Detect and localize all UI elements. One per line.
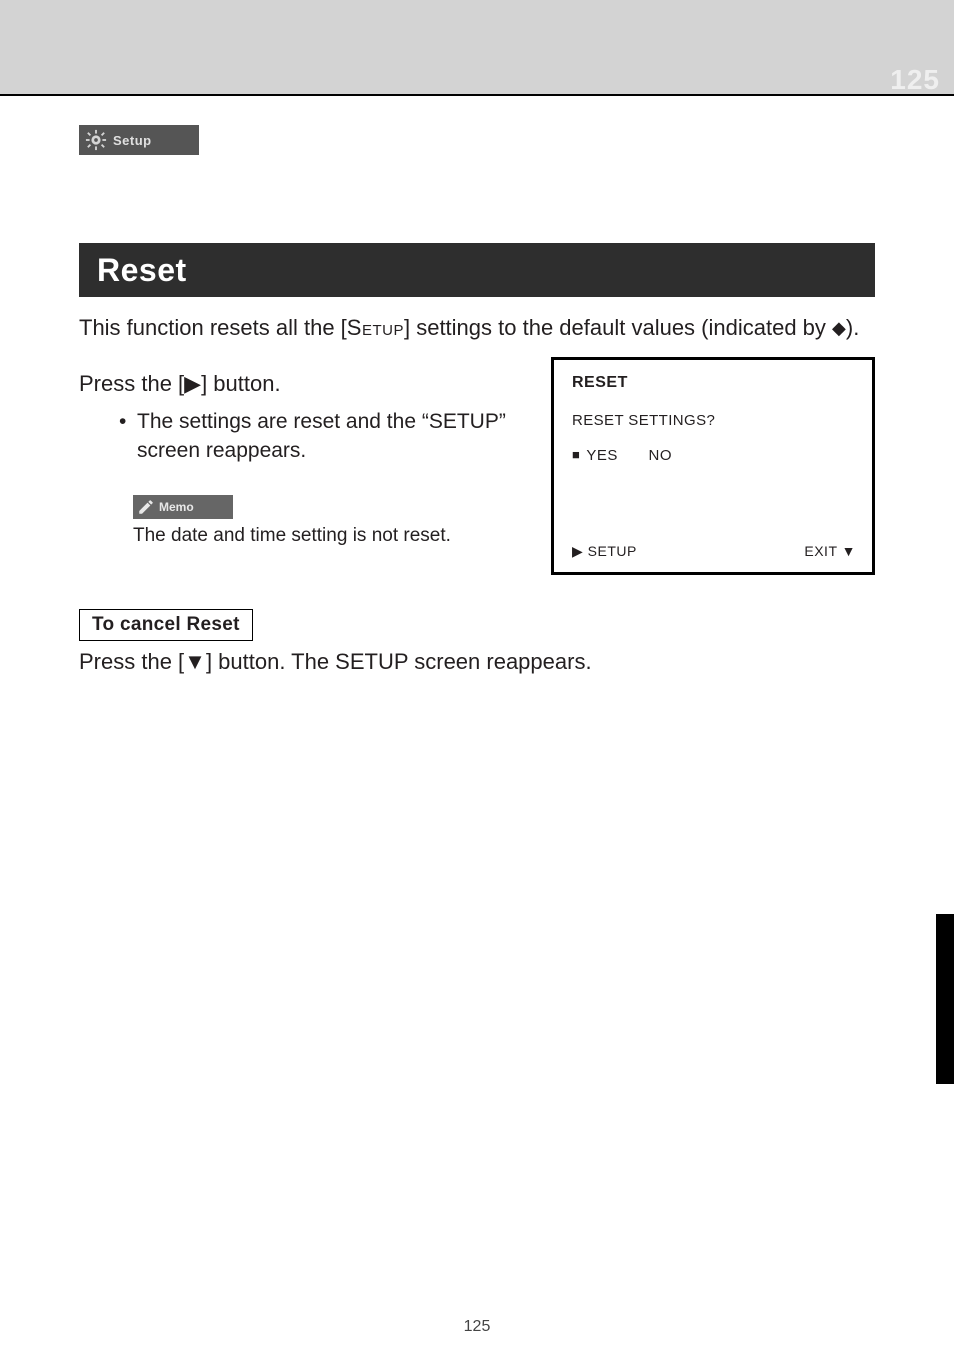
gear-icon bbox=[85, 129, 107, 151]
page-number-ghost: 125 bbox=[890, 64, 940, 96]
down-arrow-glyph: ▼ bbox=[184, 649, 206, 674]
memo-label: Memo bbox=[159, 500, 194, 514]
cancel-box: To cancel Reset bbox=[79, 609, 253, 641]
memo-bar: Memo bbox=[133, 495, 233, 519]
cancel-prefix: Press the [ bbox=[79, 649, 184, 674]
content-area: Setup Reset This function resets all the… bbox=[79, 125, 878, 675]
reset-screen-mock: RESET RESET SETTINGS? YES NO ▶ SETUP EXI… bbox=[551, 357, 875, 575]
setup-pill-label: Setup bbox=[113, 133, 152, 148]
section-title-bar: Reset bbox=[79, 243, 875, 297]
intro-suffix: ] settings to the default values (indica… bbox=[404, 315, 832, 340]
memo-text: The date and time setting is not reset. bbox=[133, 525, 529, 547]
screen-prompt: RESET SETTINGS? bbox=[572, 412, 856, 429]
footer-page-number: 125 bbox=[0, 1318, 954, 1336]
option-yes[interactable]: YES bbox=[572, 447, 618, 464]
intro-setup-word: Setup bbox=[347, 315, 404, 340]
step-heading: Press the [▶] button. bbox=[79, 369, 529, 399]
side-thumb-tab bbox=[936, 914, 954, 1084]
cancel-suffix: ] button. The SETUP screen reappears. bbox=[206, 649, 592, 674]
bullet-item: The settings are reset and the “SETUP” s… bbox=[137, 408, 529, 465]
intro-end: ). bbox=[846, 315, 859, 340]
header-strip bbox=[0, 0, 954, 94]
option-no[interactable]: NO bbox=[649, 447, 673, 464]
setup-pill: Setup bbox=[79, 125, 199, 155]
screen-title: RESET bbox=[572, 374, 856, 392]
intro-text: This function resets all the [Setup] set… bbox=[79, 313, 875, 343]
hint-left-label: SETUP bbox=[588, 543, 637, 559]
hint-right: EXIT ▼ bbox=[804, 543, 856, 560]
right-arrow-icon: ▶ bbox=[572, 543, 583, 559]
diamond-icon: ◆ bbox=[832, 318, 846, 338]
down-arrow-icon: ▼ bbox=[842, 543, 856, 559]
section-title: Reset bbox=[97, 252, 187, 289]
hint-right-label: EXIT bbox=[804, 543, 837, 559]
hint-left: ▶ SETUP bbox=[572, 543, 637, 560]
cancel-text: Press the [▼] button. The SETUP screen r… bbox=[79, 649, 875, 675]
intro-prefix: This function resets all the [ bbox=[79, 315, 347, 340]
pencil-icon bbox=[137, 498, 155, 516]
